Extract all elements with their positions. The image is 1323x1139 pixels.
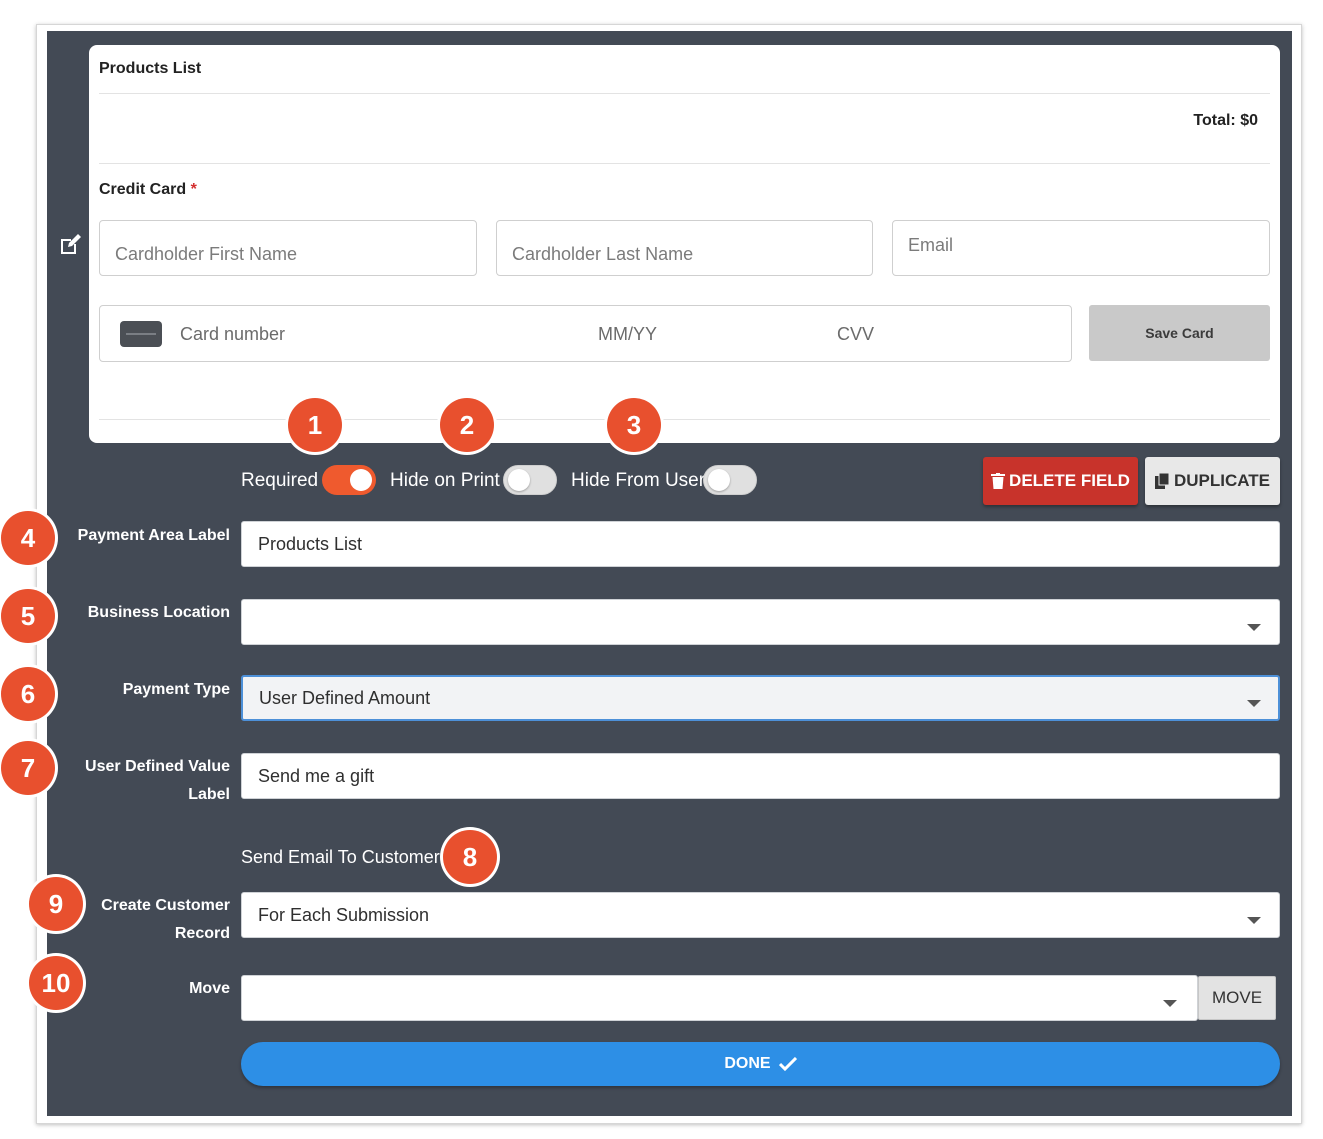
checkmark-icon [778, 1057, 797, 1071]
copy-icon [1154, 473, 1170, 489]
chevron-down-icon [1247, 624, 1261, 631]
callout-badge-5: 5 [1, 589, 55, 643]
cardholder-first-name-input[interactable]: Cardholder First Name [99, 220, 477, 276]
chevron-down-icon [1247, 700, 1261, 707]
move-button[interactable]: MOVE [1198, 976, 1276, 1020]
create-customer-record-select[interactable]: For Each Submission [241, 892, 1280, 938]
cvv-placeholder: CVV [837, 324, 875, 344]
delete-field-button[interactable]: DELETE FIELD [983, 457, 1138, 505]
required-toggle[interactable] [322, 465, 376, 495]
required-asterisk: * [190, 181, 197, 198]
hide-on-print-label: Hide on Print [390, 470, 500, 491]
business-location-select[interactable] [241, 599, 1280, 645]
user-defined-value-label-caption: User Defined Value Label [85, 758, 230, 803]
move-select[interactable] [241, 975, 1198, 1021]
create-customer-record-caption: Create Customer Record [101, 897, 230, 942]
move-caption: Move [189, 980, 230, 997]
products-list-title: Products List [99, 60, 202, 77]
total-amount: Total: $0 [1193, 112, 1258, 129]
trash-icon [991, 473, 1006, 489]
duplicate-button[interactable]: DUPLICATE [1145, 457, 1280, 505]
send-email-to-customer-label[interactable]: Send Email To Customer [241, 847, 440, 868]
payment-area-label-caption: Payment Area Label [77, 527, 230, 544]
save-card-button[interactable]: Save Card [1089, 305, 1270, 361]
callout-badge-1: 1 [288, 398, 342, 452]
user-defined-value-label-input[interactable]: Send me a gift [241, 753, 1280, 799]
expiry-placeholder: MM/YY [598, 324, 658, 344]
divider [99, 163, 1270, 164]
chevron-down-icon [1163, 1000, 1177, 1007]
callout-badge-2: 2 [440, 398, 494, 452]
edit-icon[interactable] [58, 233, 82, 257]
business-location-caption: Business Location [87, 604, 230, 621]
card-number-placeholder: Card number [180, 324, 286, 344]
hide-on-print-toggle[interactable] [503, 465, 557, 495]
email-input[interactable]: Email [892, 220, 1270, 276]
chevron-down-icon [1247, 917, 1261, 924]
card-details-input[interactable]: Card number MM/YY CVV [99, 305, 1072, 362]
required-label: Required [241, 470, 319, 491]
credit-card-icon [120, 321, 162, 347]
divider [99, 419, 1270, 420]
payment-type-caption: Payment Type [122, 681, 230, 698]
divider [99, 93, 1270, 94]
payment-type-select[interactable]: User Defined Amount [241, 675, 1280, 721]
callout-badge-6: 6 [1, 667, 55, 721]
cardholder-last-name-input[interactable]: Cardholder Last Name [496, 220, 873, 276]
hide-from-user-toggle[interactable] [703, 465, 757, 495]
hide-from-user-label: Hide From User [571, 470, 706, 491]
callout-badge-4: 4 [1, 511, 55, 565]
credit-card-label: Credit Card * [99, 181, 197, 198]
callout-badge-3: 3 [607, 398, 661, 452]
done-button[interactable]: DONE [241, 1042, 1280, 1086]
callout-badge-7: 7 [1, 741, 55, 795]
payment-field-preview: Products List Total: $0 Credit Card * Ca… [89, 45, 1280, 443]
payment-area-label-input[interactable]: Products List [241, 521, 1280, 567]
callout-badge-8: 8 [443, 830, 497, 884]
